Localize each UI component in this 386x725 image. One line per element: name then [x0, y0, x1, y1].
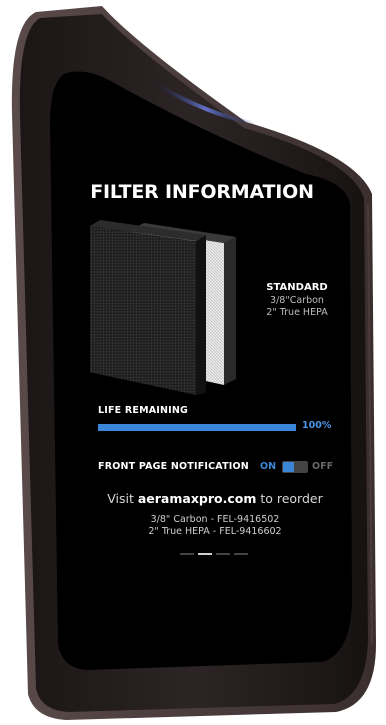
page-title: FILTER INFORMATION	[90, 181, 314, 203]
notification-toggle[interactable]	[282, 461, 308, 473]
part-hepa: 2" True HEPA - FEL-9416602	[148, 526, 282, 537]
page-indicator[interactable]	[180, 553, 248, 557]
part-numbers: 3/8" Carbon - FEL-9416502 2" True HEPA -…	[88, 514, 342, 538]
life-remaining-label: LIFE REMAINING	[98, 405, 189, 416]
notification-off-label[interactable]: OFF	[312, 461, 333, 472]
filter-hepa: 2" True HEPA	[266, 307, 328, 318]
filter-info-screen: FILTER INFORMATION STANDARD 3/8"Carbon 2…	[88, 180, 340, 575]
filter-spec: STANDARD 3/8"Carbon 2" True HEPA	[258, 281, 336, 319]
reorder-site-link[interactable]: aeramaxpro.com	[138, 491, 257, 506]
notification-on-label[interactable]: ON	[260, 461, 276, 472]
page-dot[interactable]	[180, 553, 194, 555]
reorder-suffix: to reorder	[256, 491, 323, 506]
page-dot[interactable]	[234, 553, 248, 555]
life-remaining-percent: 100%	[302, 420, 332, 431]
life-remaining-bar	[98, 424, 296, 431]
reorder-text: Visit aeramaxpro.com to reorder	[84, 491, 346, 506]
life-remaining-fill	[98, 424, 296, 431]
page-dot[interactable]	[198, 553, 212, 555]
filter-type: STANDARD	[266, 282, 328, 293]
part-carbon: 3/8" Carbon - FEL-9416502	[150, 514, 280, 525]
reorder-prefix: Visit	[107, 491, 138, 506]
page-dot[interactable]	[216, 553, 230, 555]
filter-illustration	[90, 220, 236, 395]
front-page-notification-label: FRONT PAGE NOTIFICATION	[98, 461, 249, 472]
filter-carbon: 3/8"Carbon	[270, 295, 324, 306]
toggle-knob	[283, 462, 294, 472]
